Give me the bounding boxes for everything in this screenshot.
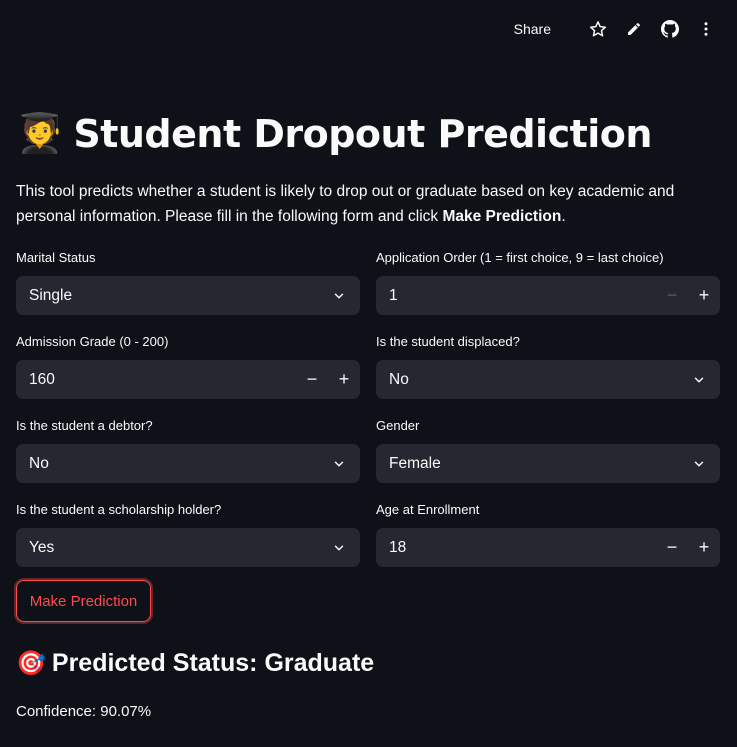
debtor-field: Is the student a debtor? No (16, 418, 360, 483)
admission-grade-value[interactable]: 160 (29, 371, 296, 389)
application-order-field: Application Order (1 = first choice, 9 =… (376, 250, 720, 315)
decrement-button[interactable]: − (296, 360, 328, 399)
gender-field: Gender Female (376, 418, 720, 483)
pencil-icon[interactable] (625, 20, 643, 38)
marital-status-label: Marital Status (16, 250, 96, 265)
intro-text: This tool predicts whether a student is … (16, 179, 722, 229)
application-order-stepper: − + (656, 276, 720, 315)
admission-grade-input[interactable]: 160 − + (16, 360, 360, 399)
marital-status-value: Single (29, 286, 73, 304)
age-label: Age at Enrollment (376, 502, 480, 517)
increment-button[interactable]: + (328, 360, 360, 399)
prediction-result: 🎯 Predicted Status: Graduate (16, 649, 374, 678)
intro-body: This tool predicts whether a student is … (16, 183, 675, 225)
intro-end: . (561, 208, 566, 225)
admission-grade-stepper: − + (296, 360, 360, 399)
github-icon[interactable] (661, 20, 679, 38)
target-icon: 🎯 (16, 650, 46, 677)
decrement-button[interactable]: − (656, 528, 688, 567)
page-title: 🧑‍🎓 Student Dropout Prediction (16, 112, 652, 156)
scholarship-label: Is the student a scholarship holder? (16, 502, 222, 517)
chevron-down-icon (334, 461, 344, 466)
star-icon[interactable] (589, 20, 607, 38)
chevron-down-icon (694, 377, 704, 382)
displaced-select[interactable]: No (376, 360, 720, 399)
debtor-value: No (29, 454, 49, 472)
chevron-down-icon (334, 545, 344, 550)
debtor-label: Is the student a debtor? (16, 418, 153, 433)
gender-label: Gender (376, 418, 420, 433)
age-field: Age at Enrollment 18 − + (376, 502, 720, 567)
application-order-value[interactable]: 1 (389, 287, 656, 305)
app-toolbar: Share (514, 0, 737, 58)
displaced-value: No (389, 370, 409, 388)
decrement-button[interactable]: − (656, 276, 688, 315)
scholarship-select[interactable]: Yes (16, 528, 360, 567)
admission-grade-field: Admission Grade (0 - 200) 160 − + (16, 334, 360, 399)
application-order-input[interactable]: 1 − + (376, 276, 720, 315)
gender-value: Female (389, 454, 441, 472)
confidence-text: Confidence: 90.07% (16, 703, 152, 720)
marital-status-select[interactable]: Single (16, 276, 360, 315)
scholarship-value: Yes (29, 538, 55, 556)
increment-button[interactable]: + (688, 528, 720, 567)
marital-status-field: Marital Status Single (16, 250, 360, 315)
predicted-status: Predicted Status: Graduate (51, 649, 375, 677)
more-vertical-icon[interactable] (697, 20, 715, 38)
increment-button[interactable]: + (688, 276, 720, 315)
admission-grade-label: Admission Grade (0 - 200) (16, 334, 169, 349)
debtor-select[interactable]: No (16, 444, 360, 483)
chevron-down-icon (334, 293, 344, 298)
chevron-down-icon (694, 461, 704, 466)
displaced-field: Is the student displaced? No (376, 334, 720, 399)
application-order-label: Application Order (1 = first choice, 9 =… (376, 250, 664, 265)
share-button[interactable]: Share (514, 21, 551, 37)
page-title-text: Student Dropout Prediction (73, 112, 652, 156)
student-emoji-icon: 🧑‍🎓 (16, 113, 64, 155)
age-value[interactable]: 18 (389, 539, 656, 557)
intro-bold: Make Prediction (442, 208, 562, 225)
displaced-label: Is the student displaced? (376, 334, 520, 349)
make-prediction-button[interactable]: Make Prediction (16, 580, 151, 622)
scholarship-field: Is the student a scholarship holder? Yes (16, 502, 360, 567)
age-stepper: − + (656, 528, 720, 567)
gender-select[interactable]: Female (376, 444, 720, 483)
age-input[interactable]: 18 − + (376, 528, 720, 567)
